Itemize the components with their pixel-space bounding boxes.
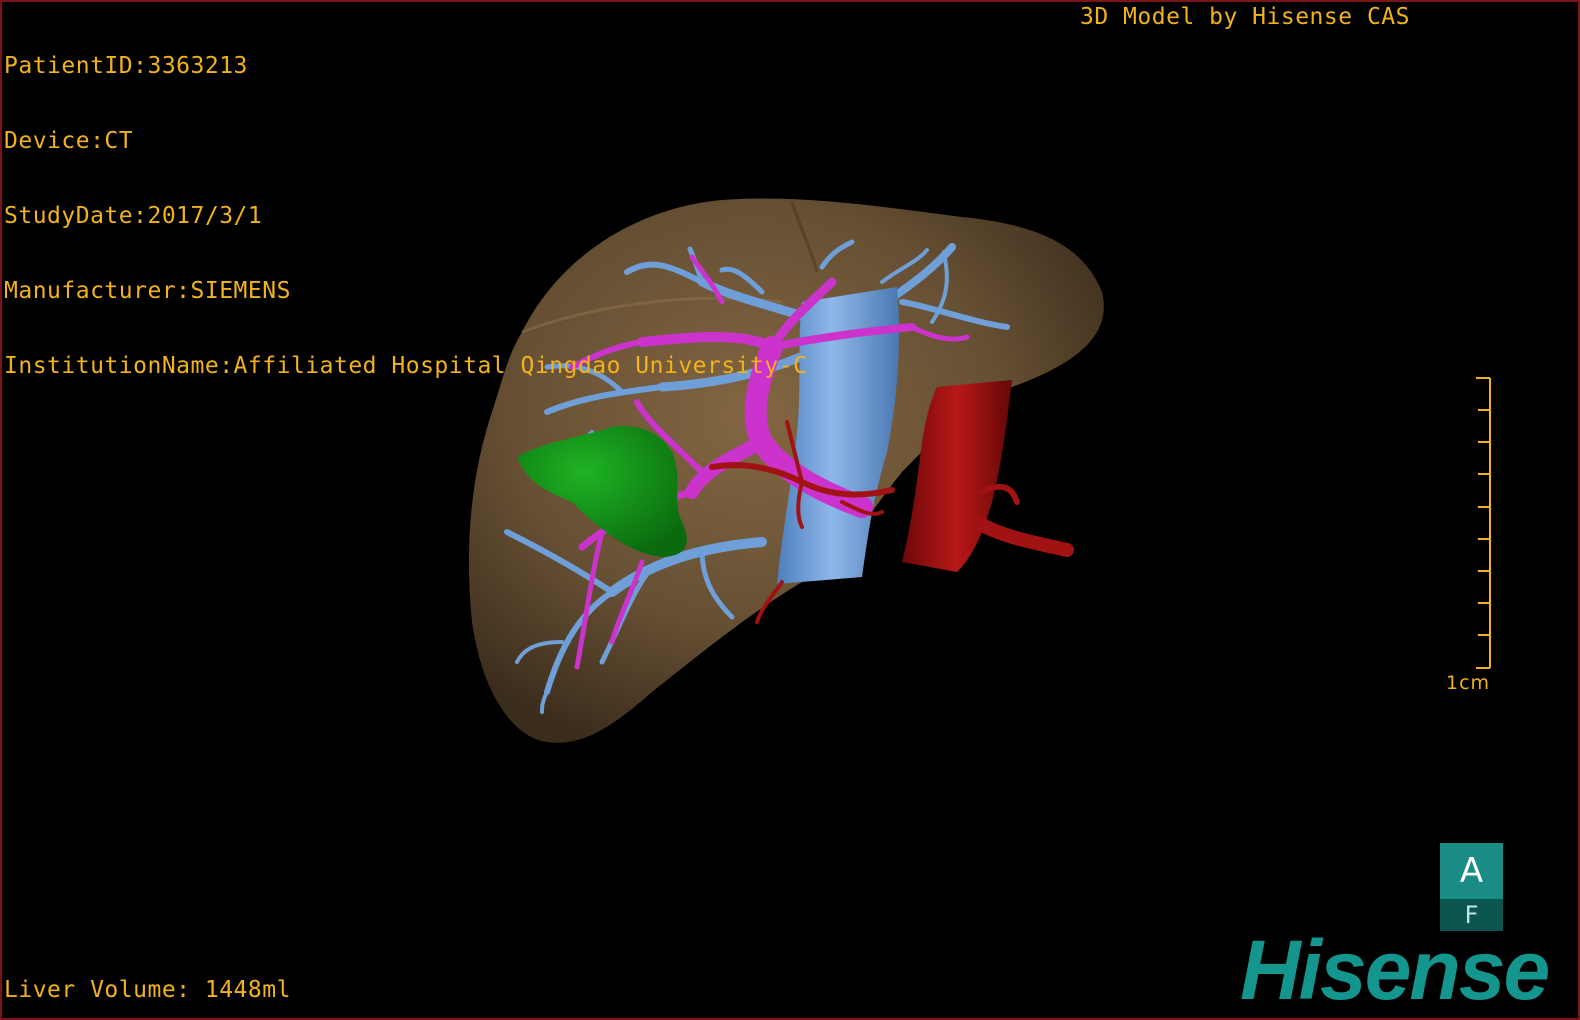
model-credit: 3D Model by Hisense CAS — [1080, 4, 1410, 30]
scale-ticks — [1476, 377, 1490, 669]
manufacturer: Manufacturer:SIEMENS — [4, 278, 291, 304]
device: Device:CT — [4, 128, 134, 154]
scale-bar — [1476, 377, 1491, 669]
patient-info-block: PatientID:3363213 Device:CT StudyDate:20… — [4, 4, 807, 429]
hisense-logo: Hisense — [1240, 923, 1550, 1017]
institution-name: InstitutionName:Affiliated Hospital Qing… — [4, 353, 808, 379]
3d-viewport[interactable]: PatientID:3363213 Device:CT StudyDate:20… — [0, 0, 1580, 1020]
orientation-cube[interactable]: A F — [1440, 843, 1503, 931]
study-date: StudyDate:2017/3/1 — [4, 203, 263, 229]
liver-volume: Liver Volume: 1448ml — [4, 977, 291, 1003]
orientation-anterior-face[interactable]: A — [1440, 843, 1503, 899]
patient-id: PatientID:3363213 — [4, 53, 248, 79]
scale-label: 1cm — [1446, 672, 1491, 694]
